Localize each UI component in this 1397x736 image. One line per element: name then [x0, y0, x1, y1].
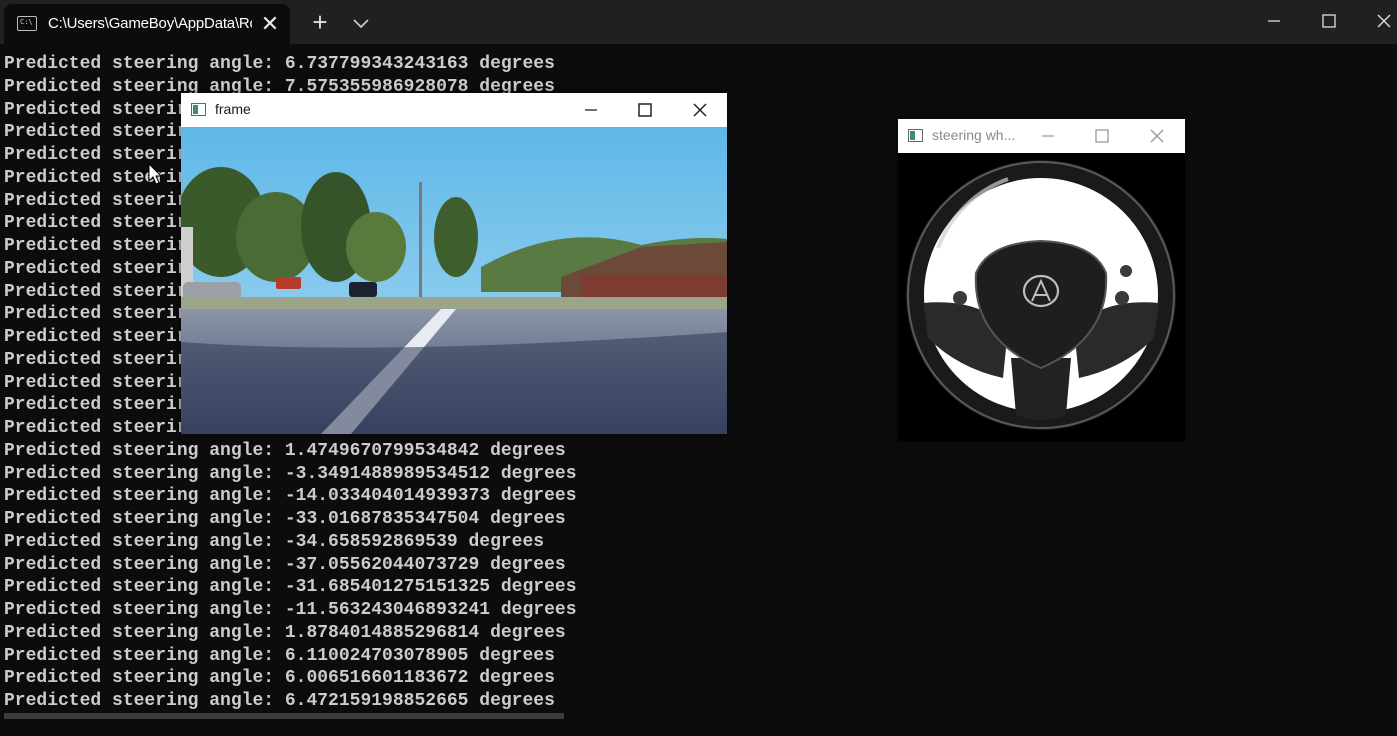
- terminal-tab-bar: C:\ C:\Users\GameBoy\AppData\Rc ✕ +: [0, 0, 1397, 44]
- wheel-title-bar[interactable]: steering wh...: [898, 119, 1185, 153]
- opencv-app-icon: [191, 103, 206, 116]
- close-icon[interactable]: [1364, 6, 1397, 36]
- steering-wheel-window[interactable]: steering wh...: [898, 119, 1185, 441]
- frame-window-title: frame: [215, 101, 251, 117]
- mouse-cursor-icon: [148, 163, 163, 185]
- frame-title-bar[interactable]: frame: [181, 93, 727, 127]
- terminal-line: Predicted steering angle: 6.110024703078…: [4, 645, 555, 666]
- close-icon[interactable]: [688, 99, 712, 121]
- steering-wheel-image: [898, 153, 1185, 441]
- terminal-line: Predicted steering angle: -37.0556204407…: [4, 554, 566, 575]
- terminal-line: Predicted steering angle: 6.737799343243…: [4, 54, 555, 74]
- road-camera-image: [181, 127, 727, 434]
- partial-line: [4, 713, 564, 719]
- minimize-icon[interactable]: [1254, 6, 1294, 36]
- terminal-line: Predicted steering angle: -11.5632430468…: [4, 600, 577, 620]
- terminal-line: Predicted steering angle: -34.6585928695…: [4, 531, 545, 552]
- tab-title: C:\Users\GameBoy\AppData\Rc: [48, 15, 252, 32]
- frame-window[interactable]: frame: [181, 93, 727, 434]
- terminal-tab[interactable]: C:\ C:\Users\GameBoy\AppData\Rc ✕: [4, 4, 290, 44]
- close-icon[interactable]: [1145, 125, 1169, 147]
- console-icon-text: C:\: [20, 18, 33, 26]
- maximize-icon[interactable]: [1309, 6, 1349, 36]
- minimize-icon[interactable]: [1036, 125, 1060, 147]
- wheel-window-title: steering wh...: [932, 127, 1016, 143]
- terminal-line: Predicted steering angle: 6.006516601183…: [4, 668, 555, 689]
- terminal-line: Predicted steering angle: 1.474967079953…: [4, 440, 566, 461]
- terminal-line: Predicted steering angle: -14.0334040149…: [4, 486, 577, 507]
- maximize-icon[interactable]: [633, 99, 657, 121]
- chevron-down-icon[interactable]: [348, 10, 374, 36]
- terminal-line: Predicted steering angle: -33.0168783534…: [4, 509, 566, 529]
- terminal-line: Predicted steering angle: 6.472159198852…: [4, 691, 555, 711]
- opencv-app-icon: [908, 129, 923, 142]
- new-tab-button[interactable]: +: [307, 9, 333, 35]
- terminal-line: Predicted steering angle: -31.6854012751…: [4, 577, 577, 598]
- maximize-icon[interactable]: [1090, 125, 1114, 147]
- terminal-line: Predicted steering angle: 1.878401488529…: [4, 622, 566, 643]
- terminal-line: Predicted steering angle: -3.34914889895…: [4, 463, 577, 484]
- console-icon: C:\: [17, 16, 37, 31]
- minimize-icon[interactable]: [579, 99, 603, 121]
- tab-close-button[interactable]: ✕: [258, 12, 282, 36]
